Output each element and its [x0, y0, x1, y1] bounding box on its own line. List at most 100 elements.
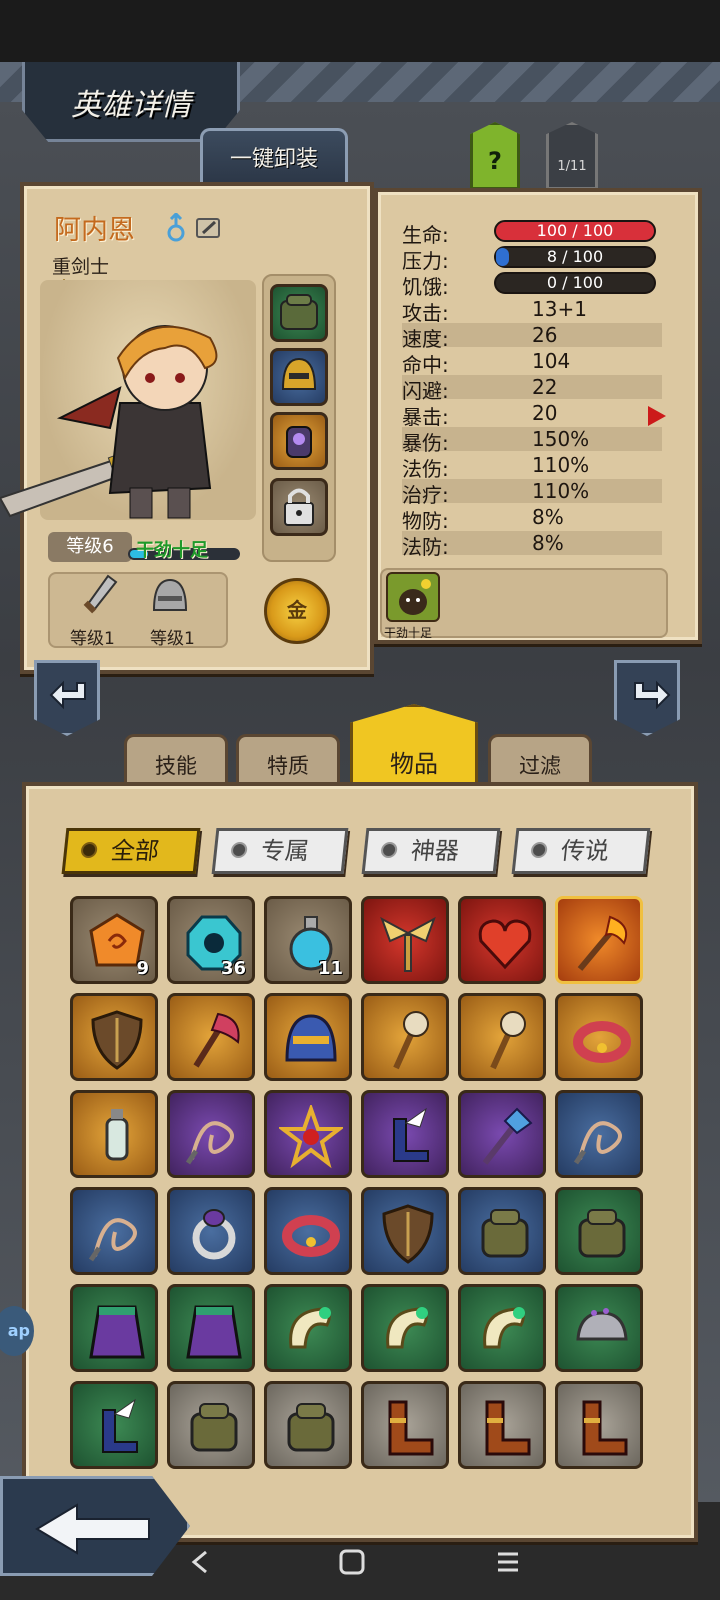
- stat-value: 110%: [532, 453, 590, 477]
- hunger-bar: 0 / 100: [494, 272, 656, 294]
- stats-expand-arrow[interactable]: [648, 406, 666, 426]
- inventory-item[interactable]: 11: [264, 896, 352, 984]
- locked-slot[interactable]: [270, 478, 328, 536]
- stat-label: 治疗:: [402, 483, 449, 507]
- bracelet-icon: [282, 1215, 340, 1257]
- item-quantity: 9: [136, 958, 149, 979]
- inventory-item[interactable]: [458, 1381, 546, 1469]
- stat-row: 法伤: 110%: [402, 453, 662, 481]
- mood-face-icon: [399, 579, 431, 615]
- item-quantity: 36: [220, 958, 246, 979]
- inventory-item[interactable]: [264, 993, 352, 1081]
- radio-dot-icon: [230, 842, 248, 858]
- inventory-item[interactable]: [555, 896, 643, 984]
- hunger-value: 0 / 100: [546, 273, 604, 292]
- stat-value: 8%: [532, 505, 564, 529]
- inventory-item[interactable]: 36: [167, 896, 255, 984]
- inventory-item[interactable]: [458, 1284, 546, 1372]
- stat-row: 攻击: 13+1: [402, 297, 662, 325]
- page-title: 英雄详情: [71, 88, 191, 123]
- category-all[interactable]: 全部: [61, 828, 201, 874]
- inventory-item[interactable]: [458, 993, 546, 1081]
- backpack-slot[interactable]: [270, 284, 328, 342]
- inventory-item[interactable]: [458, 1187, 546, 1275]
- inventory-item[interactable]: 9: [70, 896, 158, 984]
- inventory-item[interactable]: [167, 1187, 255, 1275]
- bracelet-icon: [573, 1021, 631, 1063]
- inventory-item[interactable]: [555, 993, 643, 1081]
- unequip-all-button[interactable]: 一键卸装: [200, 128, 348, 186]
- inventory-item[interactable]: [555, 1284, 643, 1372]
- armor-helmet-icon[interactable]: [148, 574, 192, 618]
- hp-value: 100 / 100: [536, 221, 614, 240]
- rename-icon[interactable]: [195, 216, 223, 240]
- stat-label: 速度:: [402, 327, 449, 351]
- inventory-item[interactable]: [264, 1381, 352, 1469]
- stress-value: 8 / 100: [546, 247, 604, 266]
- horn-icon: [386, 1307, 428, 1349]
- stat-label: 暴击:: [402, 405, 449, 429]
- inventory-item[interactable]: [361, 993, 449, 1081]
- category-artifact[interactable]: 神器: [361, 828, 501, 874]
- inventory-item[interactable]: [361, 1381, 449, 1469]
- inventory-item[interactable]: [167, 1090, 255, 1178]
- stat-value: 20: [532, 401, 558, 425]
- inventory-item[interactable]: [361, 896, 449, 984]
- inventory-item[interactable]: [167, 1284, 255, 1372]
- sword-icon[interactable]: [80, 574, 120, 618]
- inventory-item[interactable]: [458, 1090, 546, 1178]
- stat-row: 闪避: 22: [402, 375, 662, 403]
- inventory-item[interactable]: [70, 1187, 158, 1275]
- inventory-item[interactable]: [167, 993, 255, 1081]
- inventory-item[interactable]: [70, 1381, 158, 1469]
- heart-icon: [478, 919, 532, 970]
- stress-bar: 8 / 100: [494, 246, 656, 268]
- hero-page-indicator[interactable]: 1/11: [546, 122, 598, 190]
- horn-icon: [483, 1307, 525, 1349]
- gold-button[interactable]: 金: [264, 578, 330, 644]
- vial-icon: [105, 1109, 129, 1161]
- hero-portrait: [0, 325, 218, 519]
- cloak-icon: [89, 1305, 145, 1359]
- whip-icon: [88, 1218, 137, 1262]
- axe-icon: [193, 1012, 240, 1068]
- inventory-item[interactable]: [555, 1381, 643, 1469]
- inventory-item[interactable]: [167, 1381, 255, 1469]
- inventory-item[interactable]: [555, 1090, 643, 1178]
- helmet-slot[interactable]: [270, 348, 328, 406]
- inventory-item[interactable]: [361, 1284, 449, 1372]
- arrow-right-icon: [634, 680, 671, 710]
- inventory-item[interactable]: [70, 1090, 158, 1178]
- radio-dot-icon: [380, 842, 398, 858]
- category-exclusive[interactable]: 专属: [211, 828, 349, 874]
- help-button[interactable]: ?: [470, 122, 520, 190]
- inventory-item[interactable]: [264, 1284, 352, 1372]
- inventory-item[interactable]: [361, 1090, 449, 1178]
- system-back-icon[interactable]: [188, 1548, 212, 1576]
- stat-value: 8%: [532, 531, 564, 555]
- backpack-icon: [578, 1209, 626, 1258]
- stat-label: 压力:: [402, 249, 449, 273]
- stat-row: 法防: 8%: [402, 531, 662, 559]
- ring-icon: [192, 1209, 236, 1260]
- inventory-item[interactable]: [70, 1284, 158, 1372]
- gauntlet-slot[interactable]: [270, 412, 328, 470]
- inventory-item[interactable]: [70, 993, 158, 1081]
- stat-row: 暴击: 20: [402, 401, 662, 429]
- mood-label: 干劲十足: [136, 540, 208, 561]
- inventory-item[interactable]: [264, 1090, 352, 1178]
- inventory-item[interactable]: [264, 1187, 352, 1275]
- winged-boots-icon: [393, 1107, 429, 1162]
- inventory-item[interactable]: [555, 1187, 643, 1275]
- winged-mace-icon: [380, 916, 436, 972]
- category-legend[interactable]: 传说: [511, 828, 651, 874]
- inventory-item[interactable]: [361, 1187, 449, 1275]
- trait-icon[interactable]: [386, 572, 440, 622]
- system-home-icon[interactable]: [338, 1548, 366, 1576]
- hero-level: 等级6: [48, 532, 132, 562]
- radio-dot-icon: [80, 842, 98, 858]
- hp-bar: 100 / 100: [494, 220, 656, 242]
- stat-row: 物防: 8%: [402, 505, 662, 533]
- system-recents-icon[interactable]: [494, 1548, 522, 1576]
- inventory-item[interactable]: [458, 896, 546, 984]
